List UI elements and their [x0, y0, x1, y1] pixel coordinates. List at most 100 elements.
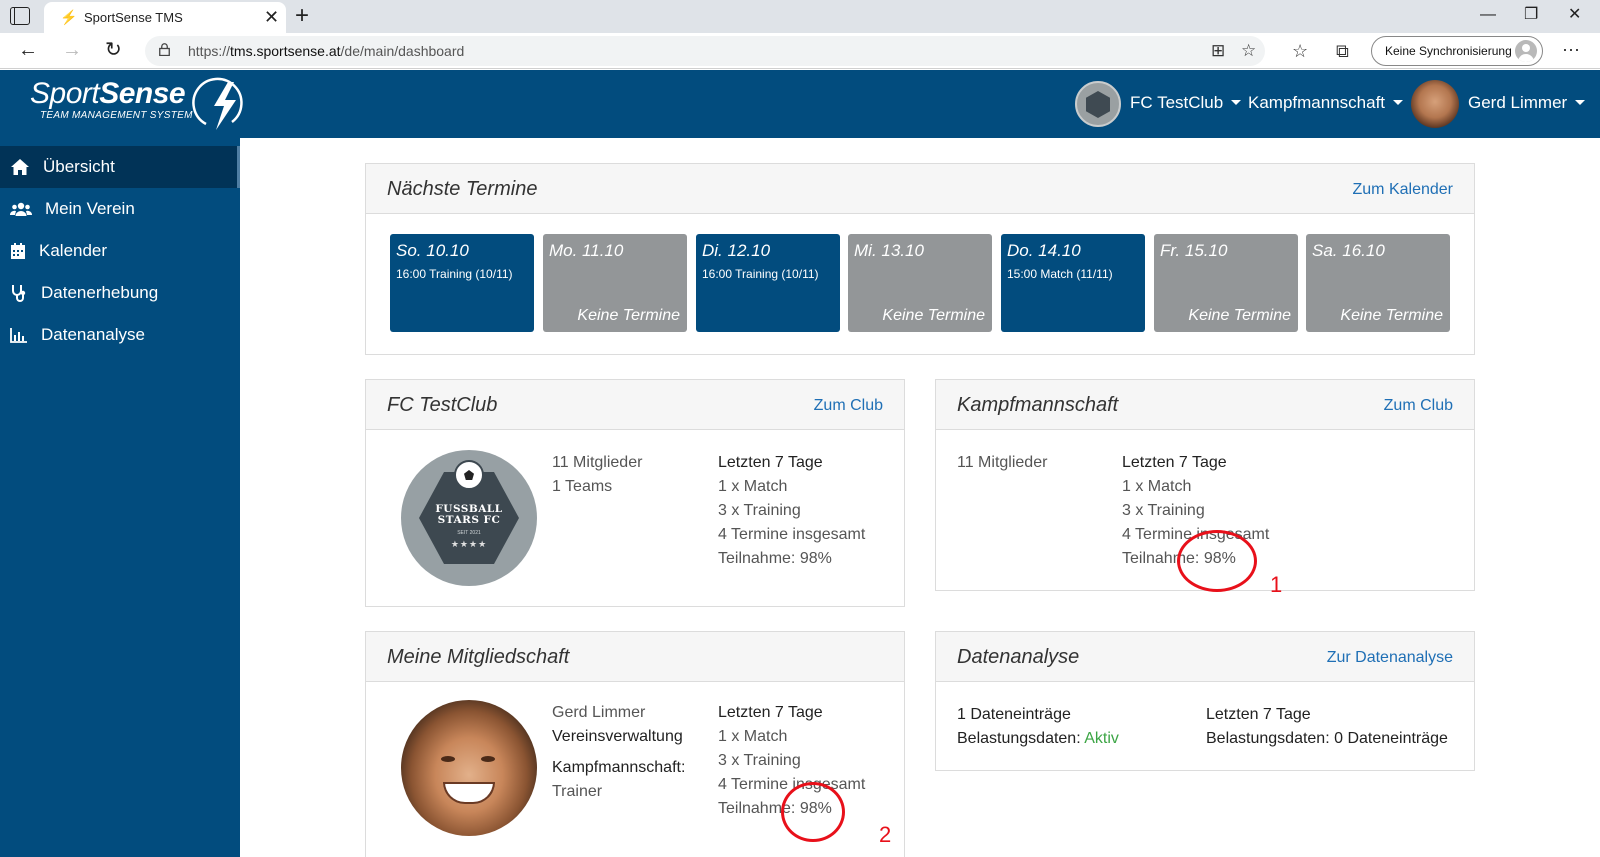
card-header: Meine Mitgliedschaft	[366, 632, 904, 682]
sidebar-item-kalender[interactable]: Kalender	[0, 230, 240, 272]
club-card: FC TestClub Zum Club FUSSBALL STARS FC SE…	[365, 379, 905, 607]
calendar-icon	[11, 243, 25, 259]
upcoming-events-card: Nächste Termine Zum Kalender So. 10.10 1…	[365, 163, 1475, 355]
status-active: Aktiv	[1084, 730, 1119, 747]
members-count: 11 Mitglieder	[957, 454, 1048, 471]
more-options-icon[interactable]: ···	[1562, 37, 1580, 61]
chevron-down-icon	[1575, 100, 1586, 105]
card-title: FC TestClub	[387, 394, 498, 416]
sportsense-logo[interactable]: SportSense TEAM MANAGEMENT SYSTEM	[30, 77, 243, 130]
stats-title: Letzten 7 Tage	[1206, 706, 1311, 723]
club-link[interactable]: Zum Club	[814, 397, 883, 415]
browser-tab[interactable]: ⚡ SportSense TMS ✕	[44, 2, 286, 33]
load-data-status: Belastungsdaten: Aktiv	[957, 730, 1119, 747]
load-data-entries: Belastungsdaten: 0 Dateneinträge	[1206, 730, 1448, 747]
total-events: 4 Termine insgesamt	[718, 526, 866, 543]
sidebar-item-datenerhebung[interactable]: Datenerhebung	[0, 272, 240, 314]
data-entries: 1 Dateneinträge	[957, 706, 1071, 723]
stats-title: Letzten 7 Tage	[1122, 454, 1227, 471]
club-logo: FUSSBALL STARS FC SEIT 2021 ★★★★	[401, 450, 537, 586]
stethoscope-icon	[12, 285, 26, 302]
new-tab-icon[interactable]: +	[295, 3, 309, 29]
day-tile[interactable]: Do. 14.10 15:00 Match (11/11)	[1001, 234, 1145, 332]
favorites-icon[interactable]: ☆	[1292, 39, 1308, 63]
team-dropdown[interactable]: Kampfmannschaft	[1248, 93, 1404, 113]
calendar-link[interactable]: Zum Kalender	[1353, 181, 1454, 199]
sidebar-item-uebersicht[interactable]: Übersicht	[0, 146, 240, 188]
card-header: Nächste Termine Zum Kalender	[366, 164, 1474, 214]
annotation-number: 1	[1270, 572, 1283, 597]
browser-toolbar: ← → ↻ https://tms.sportsense.at/de/main/…	[0, 33, 1600, 69]
annotation-circle	[1177, 530, 1257, 592]
member-role-admin: Vereinsverwaltung	[552, 728, 683, 745]
club-badge-icon[interactable]	[1075, 81, 1121, 127]
bolt-favicon-icon: ⚡	[60, 9, 78, 25]
collections-icon[interactable]: ⧉	[1336, 39, 1349, 63]
teams-count: 1 Teams	[552, 478, 613, 495]
user-dropdown[interactable]: Gerd Limmer	[1468, 93, 1586, 113]
minimize-icon[interactable]: —	[1480, 4, 1496, 26]
tab-title: SportSense TMS	[84, 10, 183, 25]
day-tile[interactable]: Di. 12.10 16:00 Training (10/11)	[696, 234, 840, 332]
member-team-label: Kampfmannschaft:	[552, 759, 686, 776]
team-club-link[interactable]: Zum Club	[1384, 397, 1453, 415]
member-name: Gerd Limmer	[552, 704, 646, 721]
day-tile[interactable]: Sa. 16.10 Keine Termine	[1306, 234, 1450, 332]
sidebar-toggle-icon[interactable]	[10, 7, 30, 25]
club-dropdown[interactable]: FC TestClub	[1130, 93, 1242, 113]
user-avatar[interactable]	[1411, 80, 1459, 128]
training-count: 3 x Training	[1122, 502, 1205, 519]
sidebar-item-mein-verein[interactable]: Mein Verein	[0, 188, 240, 230]
sidebar-item-datenanalyse[interactable]: Datenanalyse	[0, 314, 240, 356]
stats-title: Letzten 7 Tage	[718, 454, 823, 471]
address-field[interactable]: https://tms.sportsense.at/de/main/dashbo…	[145, 36, 1265, 66]
soccer-ball-icon	[454, 460, 484, 490]
forward-icon[interactable]: →	[62, 38, 82, 62]
chevron-down-icon	[1231, 100, 1242, 105]
bolt-logo-icon	[192, 77, 243, 130]
data-analysis-card: Datenanalyse Zur Datenanalyse 1 Datenein…	[935, 631, 1475, 771]
refresh-icon[interactable]: ↻	[105, 38, 122, 62]
annotation-circle	[781, 782, 845, 842]
card-title: Meine Mitgliedschaft	[387, 646, 570, 668]
card-title: Kampfmannschaft	[957, 394, 1119, 416]
sidebar: Übersicht Mein Verein Kalender Datenerhe…	[0, 138, 240, 857]
restore-icon[interactable]: ❐	[1524, 4, 1538, 26]
match-count: 1 x Match	[718, 478, 788, 495]
card-header: Datenanalyse Zur Datenanalyse	[936, 632, 1474, 682]
member-photo	[401, 700, 537, 836]
app-available-icon[interactable]: ⊞	[1211, 40, 1225, 62]
stats-title: Letzten 7 Tage	[718, 704, 823, 721]
app-header: SportSense TEAM MANAGEMENT SYSTEM FC Tes…	[0, 70, 1600, 138]
members-count: 11 Mitglieder	[552, 454, 643, 471]
chevron-down-icon	[1393, 100, 1404, 105]
bar-chart-icon	[10, 328, 27, 343]
match-count: 1 x Match	[718, 728, 788, 745]
profile-avatar-icon	[1515, 40, 1537, 62]
match-count: 1 x Match	[1122, 478, 1192, 495]
lock-icon	[159, 43, 170, 56]
close-tab-icon[interactable]: ✕	[264, 7, 279, 27]
day-tile[interactable]: Mi. 13.10 Keine Termine	[848, 234, 992, 332]
back-icon[interactable]: ←	[18, 38, 38, 62]
day-tile[interactable]: So. 10.10 16:00 Training (10/11)	[390, 234, 534, 332]
member-team-role: Trainer	[552, 783, 603, 800]
card-header: FC TestClub Zum Club	[366, 380, 904, 430]
training-count: 3 x Training	[718, 502, 801, 519]
day-tile[interactable]: Mo. 11.10 Keine Termine	[543, 234, 687, 332]
home-icon	[11, 159, 29, 175]
card-title: Datenanalyse	[957, 646, 1080, 668]
day-tile[interactable]: Fr. 15.10 Keine Termine	[1154, 234, 1298, 332]
users-icon	[10, 202, 32, 216]
card-header: Kampfmannschaft Zum Club	[936, 380, 1474, 430]
close-window-icon[interactable]: ✕	[1568, 4, 1581, 26]
training-count: 3 x Training	[718, 752, 801, 769]
sync-button[interactable]: Keine Synchronisierung	[1371, 36, 1543, 66]
data-analysis-link[interactable]: Zur Datenanalyse	[1327, 649, 1453, 667]
add-favorite-icon[interactable]: ☆	[1241, 40, 1256, 62]
browser-tab-bar: ⚡ SportSense TMS ✕ + — ❐ ✕	[0, 0, 1600, 33]
participation: Teilnahme: 98%	[718, 550, 832, 567]
url-text: https://tms.sportsense.at/de/main/dashbo…	[188, 43, 465, 59]
annotation-number: 2	[879, 822, 892, 847]
card-title: Nächste Termine	[387, 178, 538, 200]
